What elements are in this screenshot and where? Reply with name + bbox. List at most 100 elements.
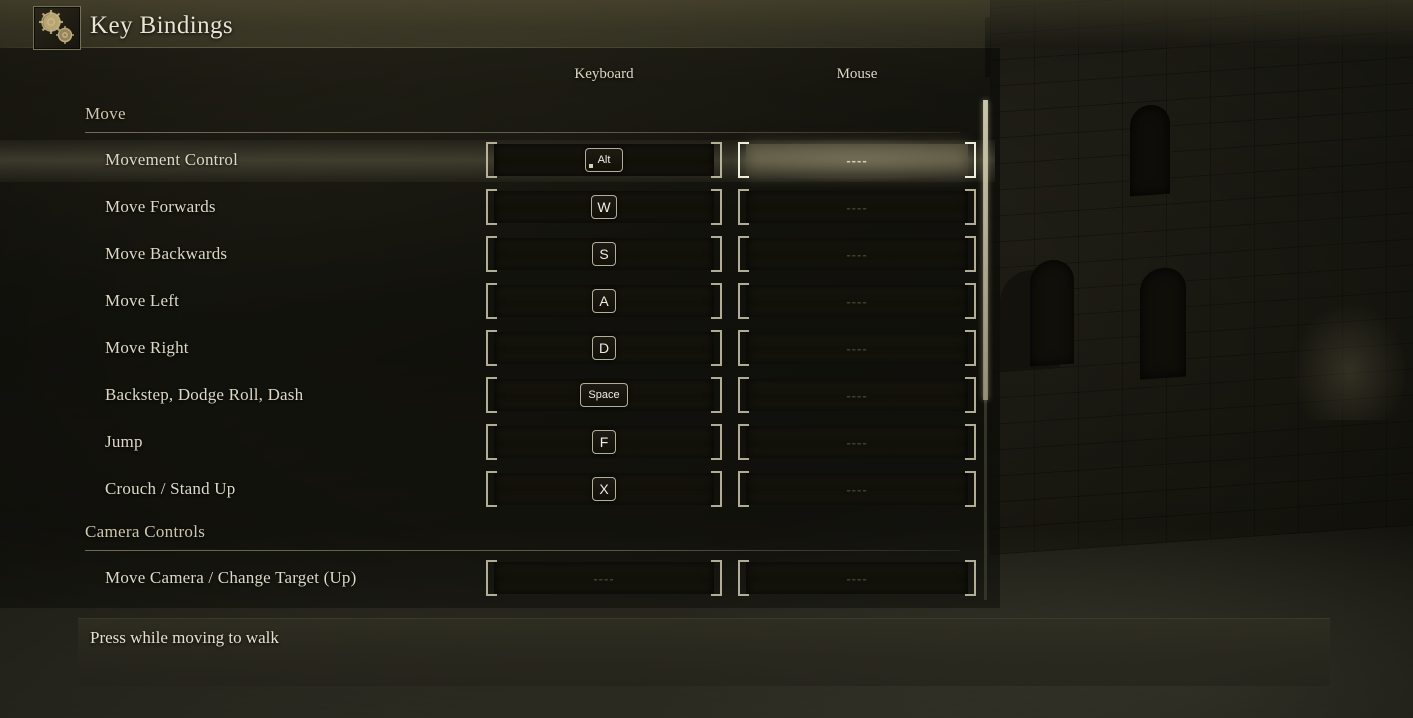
binding-action-label: Move Camera / Change Target (Up) (105, 568, 357, 587)
binding-action-label: Move Backwards (105, 244, 228, 263)
bracket-right-icon (711, 377, 722, 413)
binding-field: S (494, 238, 714, 270)
keycap-d: D (592, 336, 616, 360)
description-text: Press while moving to walk (90, 628, 279, 647)
binding-row[interactable]: Move Backwards S ---- (0, 232, 995, 279)
binding-cell-mouse[interactable]: ---- (738, 330, 976, 366)
bracket-right-icon (711, 424, 722, 460)
bracket-left-icon (486, 560, 497, 596)
bracket-left-icon (738, 560, 749, 596)
bracket-left-icon (486, 189, 497, 225)
binding-field: ---- (746, 144, 968, 176)
binding-empty-value: ---- (846, 246, 868, 262)
bracket-left-icon (486, 471, 497, 507)
binding-row[interactable]: Move Left A ---- (0, 279, 995, 326)
bracket-left-icon (486, 236, 497, 272)
binding-cell-mouse[interactable]: ---- (738, 236, 976, 272)
binding-field: ---- (746, 238, 968, 270)
background-window (1030, 258, 1074, 367)
bindings-list: Move Movement Control Alt ---- Move Forwards… (0, 96, 995, 603)
binding-field: Alt (494, 144, 714, 176)
binding-cell-keyboard[interactable]: Space (486, 377, 722, 413)
binding-field: X (494, 473, 714, 505)
bracket-left-icon (738, 189, 749, 225)
binding-field: ---- (746, 562, 968, 594)
binding-field: F (494, 426, 714, 458)
bracket-left-icon (486, 283, 497, 319)
binding-cell-keyboard[interactable]: A (486, 283, 722, 319)
bracket-right-icon (711, 236, 722, 272)
binding-empty-value: ---- (846, 570, 868, 586)
binding-row[interactable]: Crouch / Stand Up X ---- (0, 467, 995, 514)
binding-cell-mouse[interactable]: ---- (734, 137, 980, 183)
title-bar-divider (0, 47, 1413, 48)
bracket-right-icon (965, 142, 976, 178)
bracket-right-icon (711, 471, 722, 507)
bracket-right-icon (965, 236, 976, 272)
binding-row[interactable]: Move Camera / Change Target (Up) ---- ---- (0, 556, 995, 603)
binding-cell-mouse[interactable]: ---- (738, 560, 976, 596)
binding-cell-keyboard[interactable]: D (486, 330, 722, 366)
binding-cell-keyboard[interactable]: Alt (486, 142, 722, 178)
binding-cell-mouse[interactable]: ---- (738, 377, 976, 413)
binding-cell-mouse[interactable]: ---- (738, 471, 976, 507)
binding-row[interactable]: Movement Control Alt ---- (0, 137, 995, 185)
key-bindings-screen: Key Bindings Keyboard Mouse Move Movement… (0, 0, 1413, 718)
binding-field: ---- (746, 332, 968, 364)
binding-cell-mouse[interactable]: ---- (738, 189, 976, 225)
bracket-left-icon (738, 424, 749, 460)
bracket-right-icon (965, 377, 976, 413)
binding-cell-keyboard[interactable]: F (486, 424, 722, 460)
binding-cell-keyboard[interactable]: S (486, 236, 722, 272)
binding-action-label: Crouch / Stand Up (105, 479, 236, 498)
binding-field: ---- (746, 285, 968, 317)
section-title: Camera Controls (85, 522, 206, 541)
bracket-left-icon (486, 377, 497, 413)
page-title: Key Bindings (90, 12, 233, 39)
binding-row[interactable]: Move Forwards W ---- (0, 185, 995, 232)
binding-empty-value: ---- (593, 570, 615, 586)
background-window (1130, 103, 1170, 197)
binding-cell-keyboard[interactable]: X (486, 471, 722, 507)
binding-empty-value: ---- (846, 481, 868, 497)
bracket-right-icon (711, 283, 722, 319)
bracket-left-icon (738, 142, 749, 178)
binding-row[interactable]: Jump F ---- (0, 420, 995, 467)
section-title: Move (85, 104, 126, 123)
column-header-keyboard: Keyboard (574, 66, 634, 82)
bracket-right-icon (965, 283, 976, 319)
binding-row[interactable]: Backstep, Dodge Roll, Dash Space ---- (0, 373, 995, 420)
binding-action-label: Move Forwards (105, 197, 216, 216)
keycap-alt: Alt (585, 148, 623, 172)
bracket-right-icon (965, 189, 976, 225)
column-header-mouse: Mouse (836, 66, 878, 82)
binding-field: ---- (746, 379, 968, 411)
binding-field: ---- (746, 191, 968, 223)
bracket-right-icon (711, 142, 722, 178)
section-header: Move (0, 96, 995, 138)
bracket-right-icon (965, 560, 976, 596)
keycap-w: W (591, 195, 617, 219)
binding-field: W (494, 191, 714, 223)
section-divider (85, 132, 960, 133)
keycap-s: S (592, 242, 616, 266)
binding-cell-keyboard[interactable]: W (486, 189, 722, 225)
scrollbar-thumb[interactable] (983, 100, 988, 400)
keycap-x: X (592, 477, 616, 501)
binding-empty-value: ---- (846, 199, 868, 215)
bracket-right-icon (965, 330, 976, 366)
binding-field: ---- (746, 426, 968, 458)
bracket-left-icon (738, 471, 749, 507)
binding-empty-value: ---- (846, 387, 868, 403)
binding-action-label: Backstep, Dodge Roll, Dash (105, 385, 304, 404)
binding-field: ---- (494, 562, 714, 594)
binding-field: Space (494, 379, 714, 411)
description-panel: Press while moving to walk (78, 618, 1330, 686)
section-divider (85, 550, 960, 551)
binding-empty-value: ---- (846, 340, 868, 356)
binding-cell-keyboard[interactable]: ---- (486, 560, 722, 596)
binding-cell-mouse[interactable]: ---- (738, 283, 976, 319)
keycap-space: Space (580, 383, 628, 407)
binding-cell-mouse[interactable]: ---- (738, 424, 976, 460)
binding-row[interactable]: Move Right D ---- (0, 326, 995, 373)
